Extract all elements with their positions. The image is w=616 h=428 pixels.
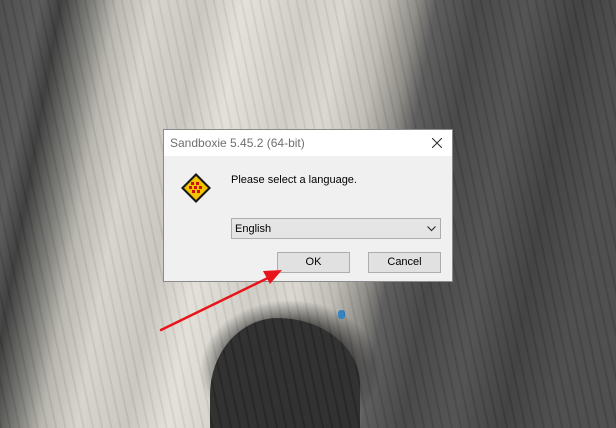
annotation-arrow (159, 270, 282, 332)
